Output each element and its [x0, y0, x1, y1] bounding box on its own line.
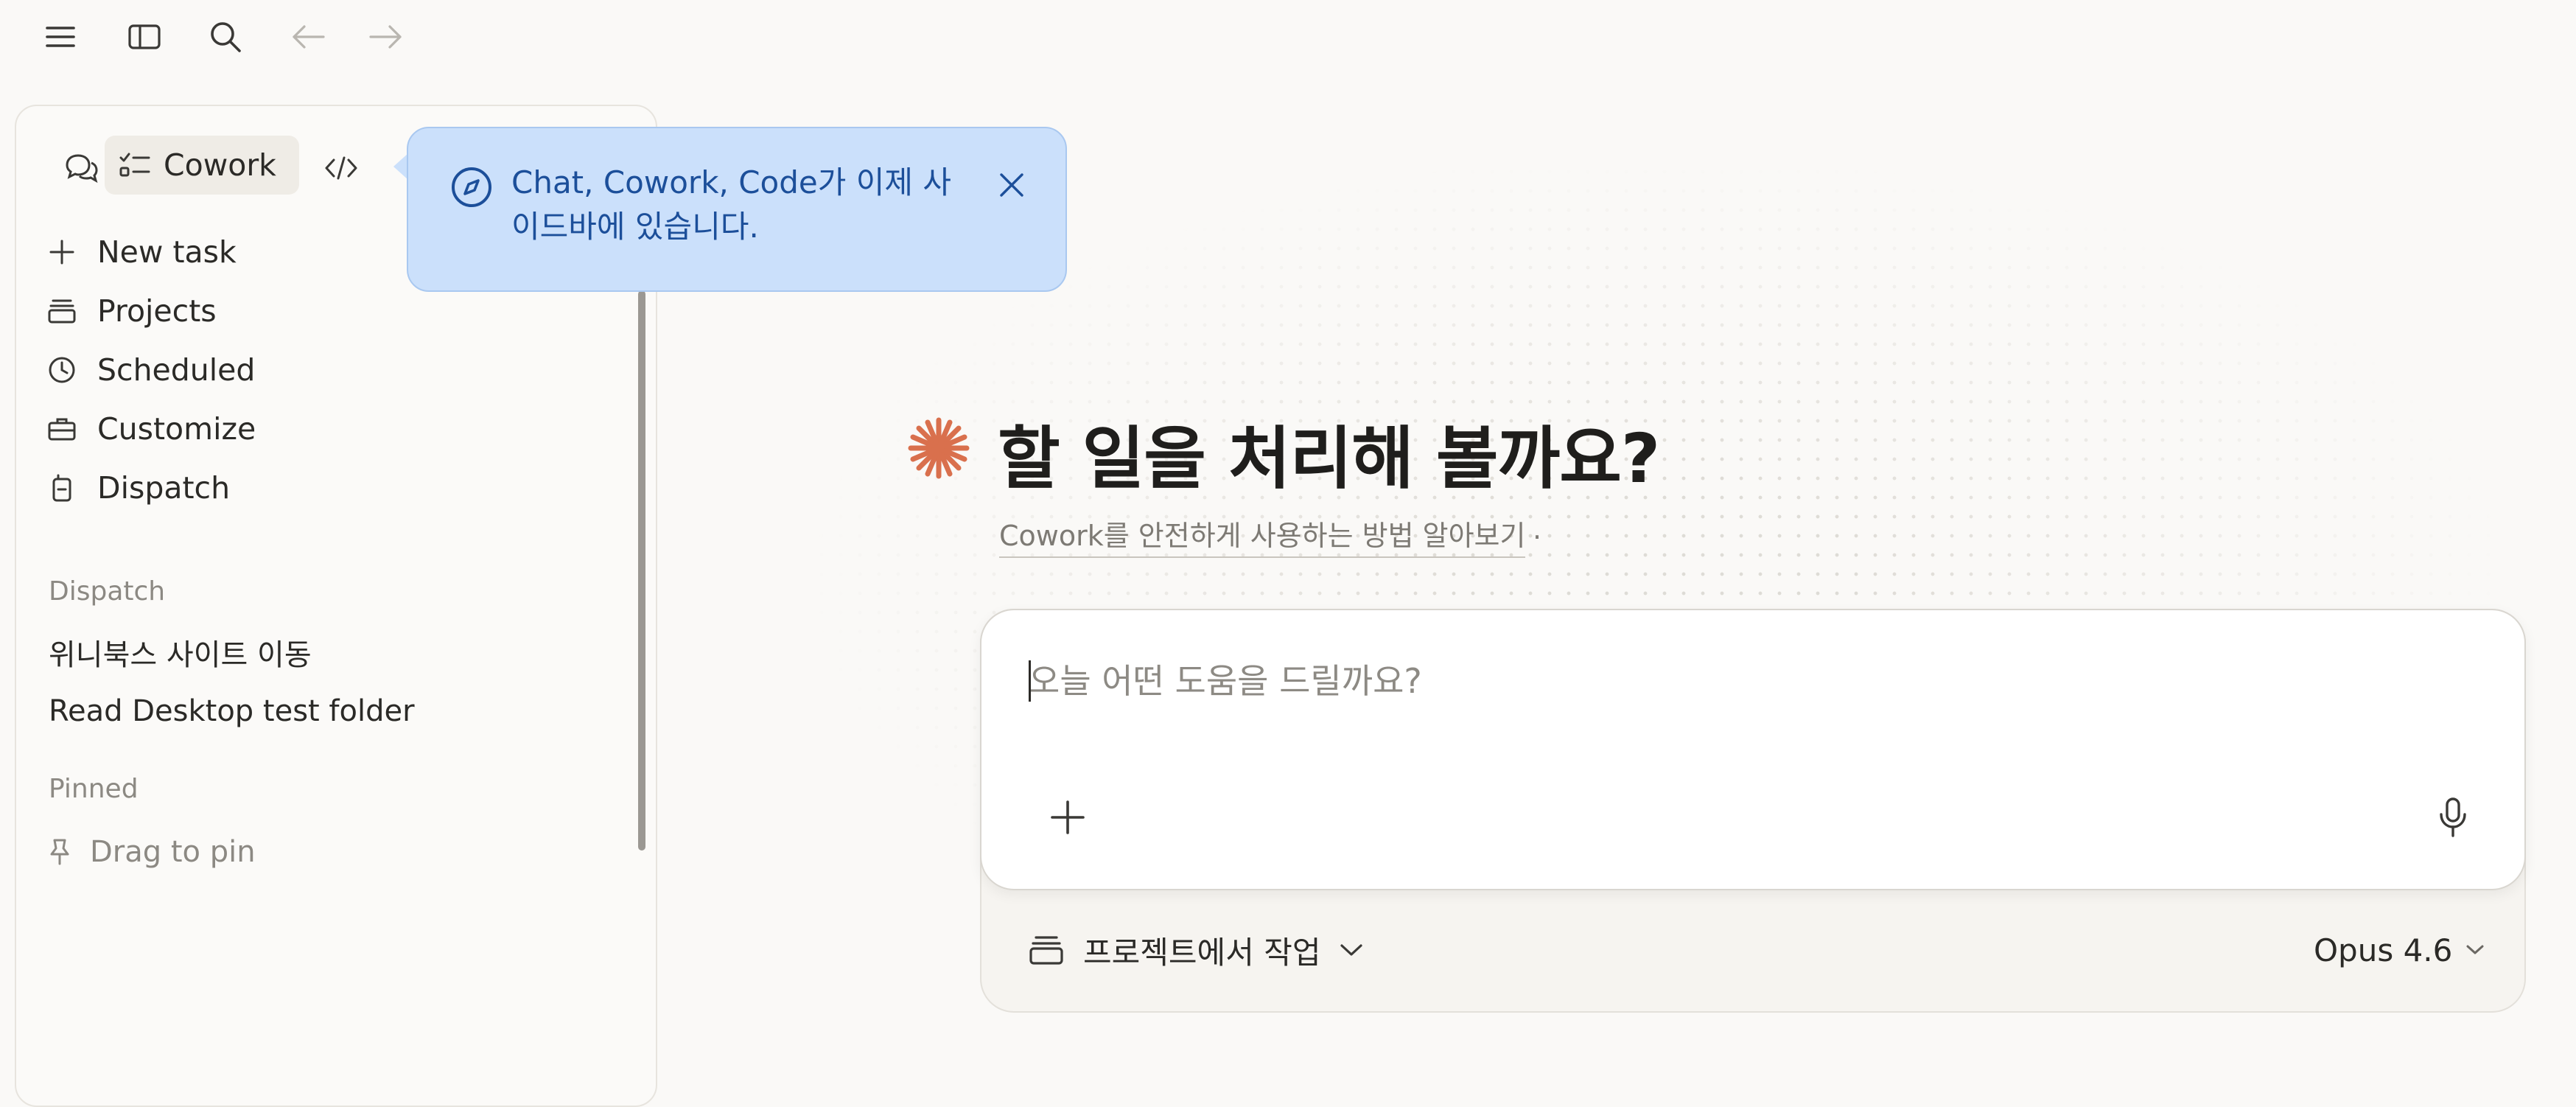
tooltip-icon	[449, 165, 494, 209]
sidebar-item-label: New task	[97, 234, 237, 270]
folder-stack-icon	[1029, 936, 1063, 965]
menu-icon	[46, 27, 75, 47]
sidebar-item-new-task[interactable]: New task	[47, 226, 237, 279]
code-icon	[325, 156, 357, 180]
phone-icon	[52, 474, 71, 502]
sidebar-item-projects[interactable]: Projects	[47, 284, 217, 338]
chat-bubbles-icon	[66, 154, 98, 184]
text-caret	[1029, 660, 1031, 702]
prompt-input[interactable]	[1027, 654, 2430, 708]
arrow-right-icon	[369, 25, 402, 49]
sidebar-item-scheduled[interactable]: Scheduled	[47, 343, 255, 397]
attach-button[interactable]	[1035, 784, 1101, 851]
briefcase-icon	[48, 418, 76, 441]
sidebar-item-label: Projects	[97, 293, 217, 329]
sidebar-item-label: Customize	[97, 411, 256, 447]
plus-icon	[49, 240, 74, 265]
composer	[980, 609, 2526, 890]
menu-button[interactable]	[37, 18, 84, 56]
microphone-button[interactable]	[2420, 784, 2486, 851]
recent-item[interactable]: 위니북스 사이트 이동	[49, 631, 312, 674]
claude-logo-icon	[903, 413, 974, 483]
mode-cowork-label: Cowork	[164, 147, 276, 183]
project-selector-label: 프로젝트에서 작업	[1083, 934, 1321, 971]
search-button[interactable]	[202, 18, 249, 56]
sidebar-toggle-icon	[128, 24, 161, 49]
compass-icon	[452, 167, 491, 207]
chevron-down-icon	[1340, 944, 1363, 956]
model-selector-label: Opus 4.6	[2314, 932, 2453, 968]
page-title: 할 일을 처리해 볼까요?	[998, 419, 1660, 498]
project-selector[interactable]: 프로젝트에서 작업	[1029, 926, 1363, 974]
pin-icon	[50, 839, 69, 865]
back-button[interactable]	[284, 18, 332, 56]
drag-to-pin-label: Drag to pin	[90, 835, 256, 869]
checklist-icon	[119, 153, 150, 177]
forward-button[interactable]	[363, 18, 410, 56]
sidebar-toggle-button[interactable]	[121, 18, 168, 56]
sidebar-item-customize[interactable]: Customize	[47, 402, 256, 455]
section-title-dispatch: Dispatch	[49, 576, 166, 607]
mode-code-button[interactable]	[311, 139, 371, 198]
search-icon	[211, 22, 241, 52]
sidebar-item-label: Scheduled	[97, 352, 256, 388]
chevron-down-icon	[2466, 945, 2484, 954]
plus-icon	[1051, 800, 1085, 834]
mode-chat-button[interactable]	[52, 139, 112, 198]
learn-link-suffix: .	[1533, 513, 1542, 545]
clock-icon	[49, 357, 75, 383]
mode-cowork-button[interactable]: Cowork	[105, 136, 299, 195]
model-selector[interactable]: Opus 4.6	[2314, 926, 2485, 974]
drag-to-pin-hint: Drag to pin	[49, 830, 256, 874]
sidebar-item-label: Dispatch	[97, 470, 231, 506]
tooltip-arrow	[393, 153, 408, 180]
learn-safety-link[interactable]: Cowork를 안전하게 사용하는 방법 알아보기	[999, 513, 1526, 558]
section-title-pinned: Pinned	[49, 774, 139, 804]
sidebar-item-dispatch[interactable]: Dispatch	[47, 461, 230, 514]
recent-item[interactable]: Read Desktop test folder	[49, 694, 415, 728]
folder-stack-icon	[48, 299, 76, 324]
microphone-icon	[2440, 797, 2466, 837]
sidebar-scrollbar[interactable]	[638, 290, 645, 851]
arrow-left-icon	[293, 25, 325, 49]
